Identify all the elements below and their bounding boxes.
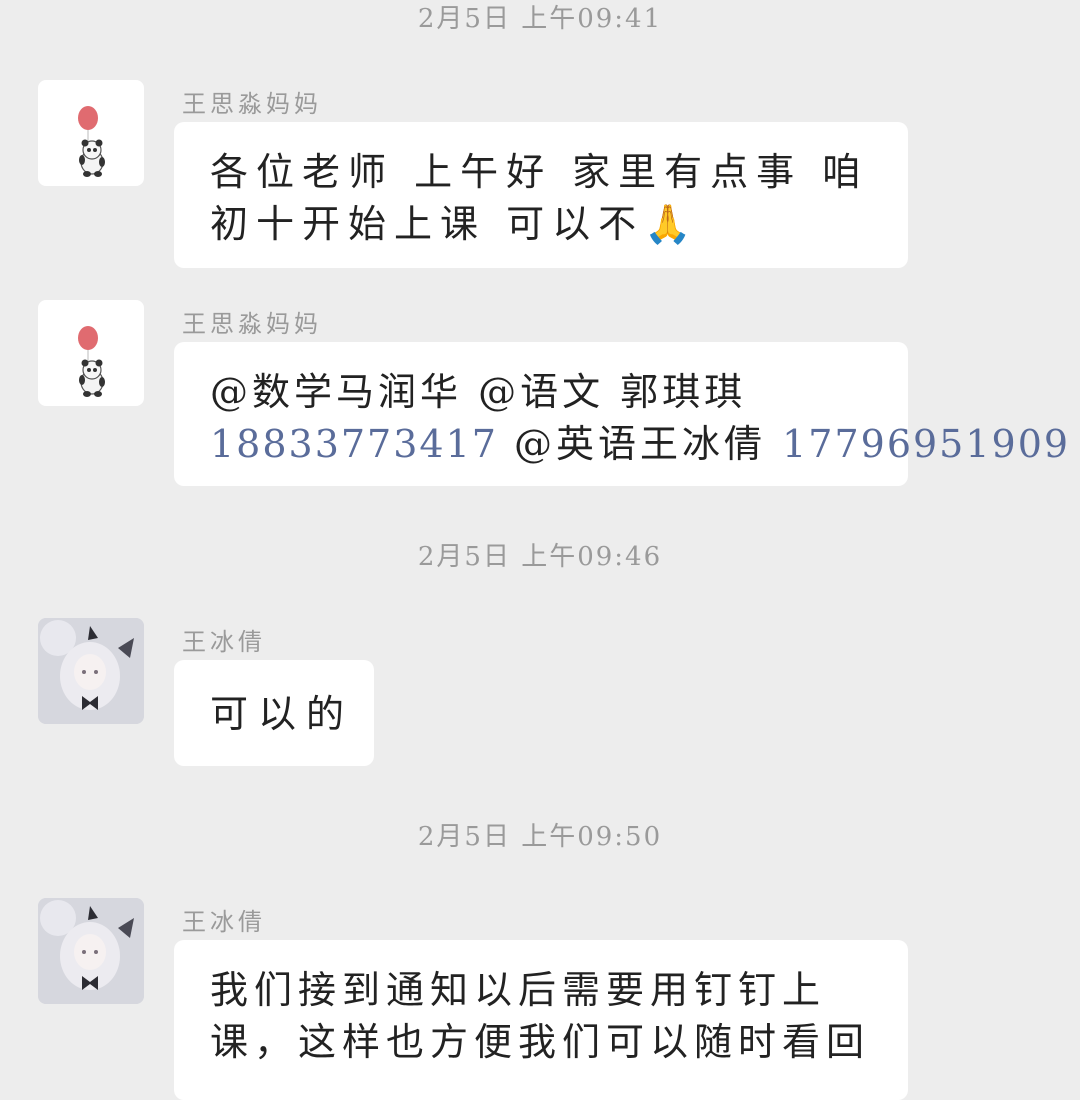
message-line: @数学马润华 @语文 郭琪琪 [210,370,747,414]
message-text: 初十开始上课 可以不 [210,202,645,246]
sender-name: 王思淼妈妈 [182,90,322,118]
message-line: 我们接到通知以后需要用钉钉上 [210,968,827,1012]
timestamp: 2月5日 上午09:46 [417,542,663,572]
message-line: 18833773417 @英语王冰倩 17796951909 [210,418,1068,470]
sender-name: 王思淼妈妈 [182,310,322,338]
sender-avatar[interactable] [38,898,144,1004]
timestamp: 2月5日 上午09:41 [417,4,663,34]
sender-name: 王冰倩 [182,628,266,656]
sender-avatar[interactable] [38,618,144,724]
message-line: 各位老师 上午好 家里有点事 咱 [210,150,869,194]
pray-icon: 🙏 [644,202,700,246]
anime-girl-icon [38,898,144,1004]
timestamp: 2月5日 上午09:50 [417,822,663,852]
panda-balloon-icon [78,106,105,177]
sender-name: 王冰倩 [182,908,266,936]
message-bubble[interactable]: 可以的 [174,660,374,766]
mention-text: @英语王冰倩 [497,422,783,466]
anime-girl-icon [38,618,144,724]
message-bubble[interactable]: @数学马润华 @语文 郭琪琪 18833773417 @英语王冰倩 177969… [174,342,1068,486]
message-line: 可以的 [210,692,355,736]
sender-avatar[interactable] [38,80,144,186]
message-line: 课，这样也方便我们可以随时看回 [210,1020,871,1064]
phone-link[interactable]: 17796951909 [782,422,1070,466]
message-bubble[interactable]: 我们接到通知以后需要用钉钉上 课，这样也方便我们可以随时看回 [174,940,908,1100]
message-bubble[interactable]: 各位老师 上午好 家里有点事 咱 初十开始上课 可以不🙏 [174,122,908,268]
sender-avatar[interactable] [38,300,144,406]
phone-link[interactable]: 18833773417 [210,422,498,466]
panda-balloon-icon [78,326,105,397]
message-line: 初十开始上课 可以不🙏 [210,198,878,250]
